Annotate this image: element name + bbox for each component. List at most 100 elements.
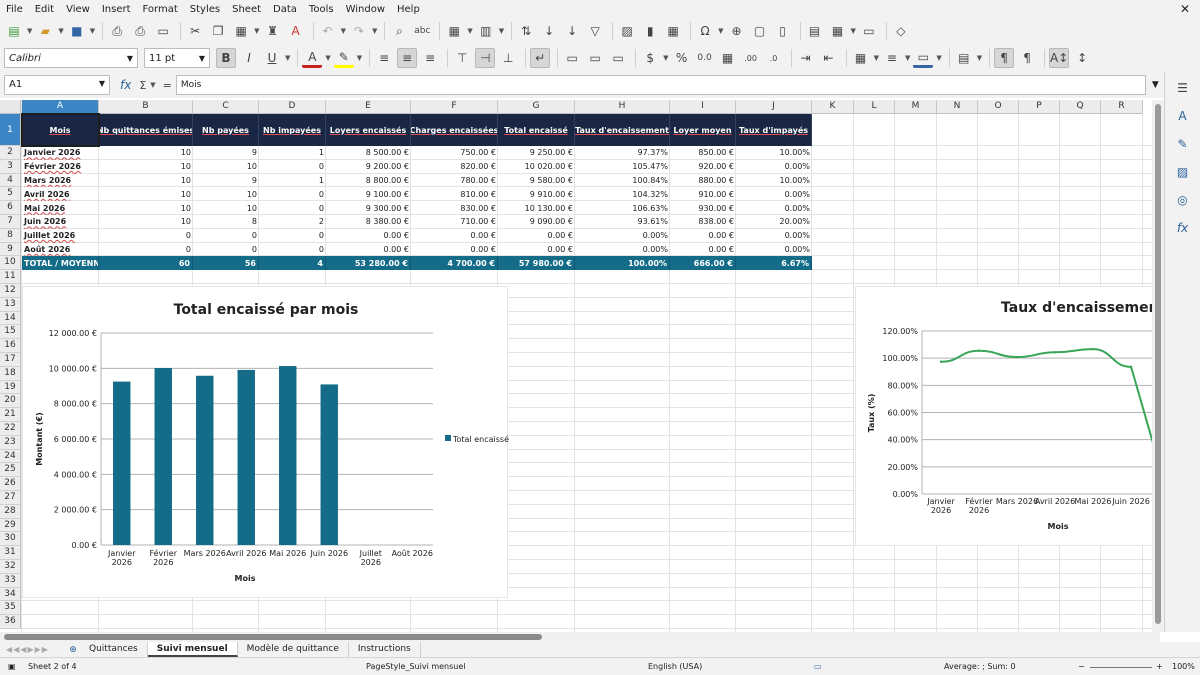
menu-sheet[interactable]: Sheet bbox=[232, 4, 261, 15]
table-cell[interactable]: 0.00% bbox=[736, 229, 812, 243]
name-box[interactable]: A1 ▼ bbox=[4, 75, 110, 95]
sheet-navigation-buttons[interactable]: ◀◀◀▶▶▶ bbox=[0, 645, 66, 654]
underline-icon[interactable]: U bbox=[262, 48, 282, 68]
table-header-cell[interactable]: Charges encaissées bbox=[411, 114, 498, 146]
table-cell[interactable]: 93.61% bbox=[575, 215, 670, 229]
clone-formatting-icon[interactable]: ♜ bbox=[263, 21, 283, 41]
formula-input[interactable]: Mois bbox=[175, 75, 1146, 95]
table-cell[interactable]: 0.00 € bbox=[411, 229, 498, 243]
bar-janvier-2026[interactable] bbox=[113, 381, 131, 545]
wrap-text-icon[interactable]: ↵ bbox=[530, 48, 551, 68]
line-chart-taux-encaissement[interactable]: Taux d'encaissement m 0.00% 20.00% 40.00% 60… bbox=[855, 286, 1152, 546]
column-header[interactable]: R bbox=[1101, 100, 1143, 114]
data-point[interactable] bbox=[1129, 365, 1133, 369]
row-header[interactable]: 12 bbox=[0, 284, 21, 298]
formula-icon[interactable]: = bbox=[163, 79, 172, 92]
table-cell[interactable]: 880.00 € bbox=[670, 174, 736, 188]
borders-icon[interactable]: ▦ bbox=[851, 48, 871, 68]
data-point[interactable] bbox=[939, 360, 943, 363]
headers-footers-icon[interactable]: ▯ bbox=[773, 21, 793, 41]
tab-modele-de-quittance[interactable]: Modèle de quittance bbox=[238, 642, 349, 657]
add-sheet-icon[interactable]: ⊕ bbox=[66, 645, 80, 655]
row-header[interactable]: 27 bbox=[0, 491, 21, 505]
column-header[interactable]: D bbox=[259, 100, 326, 114]
bar-mars-2026[interactable] bbox=[196, 375, 214, 545]
table-cell[interactable]: 9 580.00 € bbox=[498, 174, 575, 188]
align-bottom-icon[interactable]: ⊥ bbox=[498, 48, 518, 68]
table-cell[interactable]: 10 bbox=[99, 174, 193, 188]
add-decimal-icon[interactable]: .00 bbox=[741, 48, 761, 68]
row-header[interactable]: 20 bbox=[0, 394, 21, 409]
table-cell[interactable]: 0 bbox=[259, 243, 326, 257]
bar-juin-2026[interactable] bbox=[320, 384, 338, 545]
table-cell[interactable]: 9 bbox=[193, 146, 259, 160]
align-left-icon[interactable]: ≡ bbox=[374, 48, 394, 68]
table-cell[interactable]: Février 2026 bbox=[22, 160, 99, 174]
font-size-combo[interactable]: 11 pt ▼ bbox=[144, 48, 210, 68]
table-cell[interactable]: 9 200.00 € bbox=[326, 160, 411, 174]
clear-formatting-icon[interactable]: A bbox=[286, 21, 306, 41]
border-color-icon[interactable]: ▭ bbox=[913, 48, 934, 68]
table-cell[interactable]: 10 bbox=[99, 215, 193, 229]
table-header-cell[interactable]: Total encaissé bbox=[498, 114, 575, 146]
define-print-area-icon[interactable]: ▤ bbox=[805, 21, 825, 41]
table-cell[interactable]: Août 2026 bbox=[22, 243, 99, 257]
total-row-cell[interactable]: 6.67% bbox=[736, 256, 812, 271]
comment-icon[interactable]: ▢ bbox=[750, 21, 770, 41]
table-cell[interactable]: 850.00 € bbox=[670, 146, 736, 160]
table-cell[interactable]: 105.47% bbox=[575, 160, 670, 174]
styles-icon[interactable]: ✎ bbox=[1173, 134, 1193, 154]
row-header[interactable]: 13 bbox=[0, 297, 21, 312]
menu-file[interactable]: File bbox=[6, 4, 23, 15]
column-header[interactable]: P bbox=[1019, 100, 1060, 114]
tab-quittances[interactable]: Quittances bbox=[80, 642, 148, 657]
unmerge-cells-icon[interactable]: ▭ bbox=[608, 48, 628, 68]
horizontal-scrollbar[interactable] bbox=[0, 632, 1160, 642]
row-header[interactable]: 14 bbox=[0, 311, 21, 326]
align-top-icon[interactable]: ⊤ bbox=[452, 48, 472, 68]
show-draw-functions-icon[interactable]: ◇ bbox=[891, 21, 911, 41]
row-header[interactable]: 19 bbox=[0, 380, 21, 395]
autofilter-icon[interactable]: ▽ bbox=[585, 21, 605, 41]
table-cell[interactable]: 0.00 € bbox=[498, 243, 575, 257]
save-icon[interactable]: ■ bbox=[67, 21, 87, 41]
tab-instructions[interactable]: Instructions bbox=[349, 642, 421, 657]
scroll-thumb[interactable] bbox=[4, 634, 542, 640]
table-cell[interactable]: 2 bbox=[259, 215, 326, 229]
zoom-out-icon[interactable]: − bbox=[1078, 662, 1085, 671]
column-header[interactable]: M bbox=[895, 100, 937, 114]
row-header[interactable]: 9 bbox=[0, 242, 21, 257]
table-cell[interactable]: 0 bbox=[259, 201, 326, 215]
table-cell[interactable]: 0 bbox=[259, 160, 326, 174]
row-header[interactable]: 35 bbox=[0, 601, 21, 616]
total-row-cell[interactable]: 4 bbox=[259, 256, 326, 271]
table-cell[interactable]: 920.00 € bbox=[670, 160, 736, 174]
table-cell[interactable]: Mars 2026 bbox=[22, 174, 99, 188]
table-cell[interactable]: 838.00 € bbox=[670, 215, 736, 229]
column-header[interactable]: E bbox=[326, 100, 411, 114]
menu-styles[interactable]: Styles bbox=[190, 4, 220, 15]
data-point[interactable] bbox=[1053, 351, 1057, 354]
menu-data[interactable]: Data bbox=[273, 4, 297, 15]
row-header[interactable]: 3 bbox=[0, 159, 21, 174]
increase-indent-icon[interactable]: ⇥ bbox=[796, 48, 816, 68]
table-header-cell[interactable]: Loyer moyen bbox=[670, 114, 736, 146]
border-style-icon[interactable]: ≡ bbox=[882, 48, 902, 68]
table-cell[interactable]: 10.00% bbox=[736, 174, 812, 188]
text-direction-ltr-icon[interactable]: ¶ bbox=[994, 48, 1015, 68]
zoom-in-icon[interactable]: + bbox=[1156, 662, 1163, 671]
row-header[interactable]: 2 bbox=[0, 146, 21, 160]
column-header[interactable]: A bbox=[22, 100, 99, 114]
table-header-cell[interactable]: Nb impayées bbox=[259, 114, 326, 146]
column-icon[interactable]: ▥ bbox=[476, 21, 496, 41]
pivot-table-icon[interactable]: ▦ bbox=[663, 21, 683, 41]
table-cell[interactable]: 8 500.00 € bbox=[326, 146, 411, 160]
data-point[interactable] bbox=[1015, 355, 1019, 359]
table-cell[interactable]: 104.32% bbox=[575, 187, 670, 201]
table-header-cell[interactable]: Taux d'impayés bbox=[736, 114, 812, 146]
table-cell[interactable]: 9 100.00 € bbox=[326, 187, 411, 201]
functions-icon[interactable]: fx bbox=[1173, 218, 1193, 238]
table-cell[interactable]: 10 bbox=[99, 146, 193, 160]
delete-decimal-icon[interactable]: .0 bbox=[764, 48, 784, 68]
column-header[interactable]: J bbox=[736, 100, 812, 114]
